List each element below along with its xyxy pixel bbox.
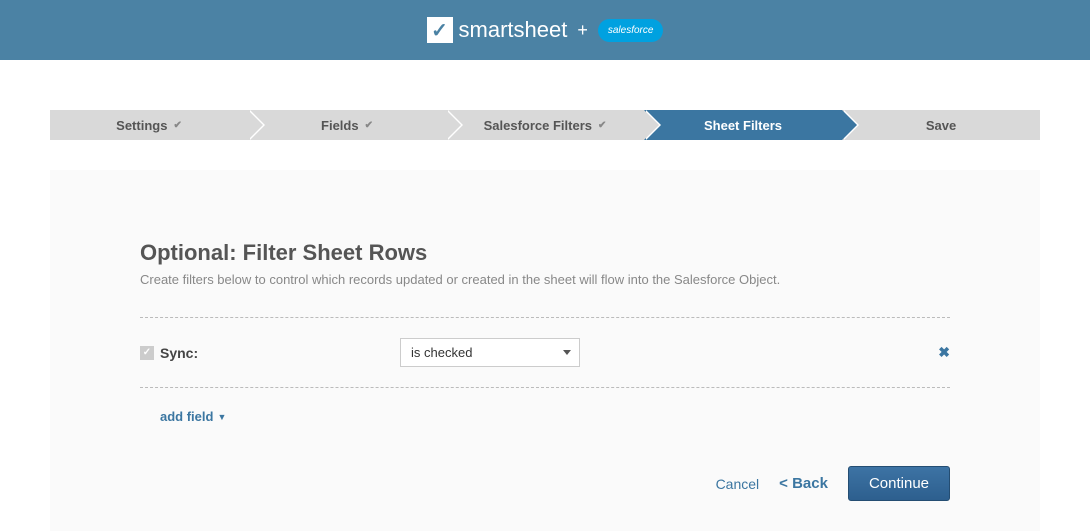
continue-button[interactable]: Continue: [848, 466, 950, 501]
panel-title: Optional: Filter Sheet Rows: [140, 240, 950, 266]
wizard-container: Settings ✔ Fields ✔ Salesforce Filters ✔…: [0, 110, 1090, 531]
add-field-row: add field ▼: [140, 388, 950, 446]
step-label: Salesforce Filters: [484, 118, 592, 133]
check-icon: ✔: [598, 120, 606, 131]
back-button[interactable]: < Back: [779, 475, 828, 492]
check-icon: ✔: [365, 120, 373, 131]
panel-subtitle: Create filters below to control which re…: [140, 272, 950, 287]
cancel-button[interactable]: Cancel: [716, 476, 760, 492]
app-header: ✓ smartsheet + salesforce: [0, 0, 1090, 60]
checkbox-column-icon: ✓: [140, 346, 154, 360]
remove-filter-icon[interactable]: ✖: [938, 344, 950, 361]
step-fields[interactable]: Fields ✔: [248, 110, 446, 140]
smartsheet-logo-icon: ✓: [427, 17, 453, 43]
checkmark-icon: ✓: [143, 347, 151, 358]
logo-group: ✓ smartsheet + salesforce: [427, 17, 664, 43]
checkmark-icon: ✓: [431, 18, 448, 43]
step-save[interactable]: Save: [842, 110, 1040, 140]
salesforce-logo-icon: salesforce: [598, 19, 664, 42]
plus-separator: +: [577, 20, 588, 41]
step-label: Sheet Filters: [704, 118, 782, 133]
step-sheet-filters[interactable]: Sheet Filters: [644, 110, 842, 140]
step-settings[interactable]: Settings ✔: [50, 110, 248, 140]
operator-select[interactable]: is checked: [400, 338, 580, 367]
filter-row: ✓ Sync: is checked ✖: [140, 318, 950, 387]
caret-down-icon: ▼: [217, 412, 226, 422]
field-name-text: Sync:: [160, 345, 198, 361]
add-field-label: add field: [160, 409, 213, 424]
check-icon: ✔: [173, 120, 181, 131]
step-salesforce-filters[interactable]: Salesforce Filters ✔: [446, 110, 644, 140]
step-label: Save: [926, 118, 956, 133]
wizard-steps: Settings ✔ Fields ✔ Salesforce Filters ✔…: [50, 110, 1040, 140]
brand-name: smartsheet: [459, 17, 568, 43]
step-label: Fields: [321, 118, 359, 133]
add-field-button[interactable]: add field ▼: [160, 409, 226, 424]
content-panel: Optional: Filter Sheet Rows Create filte…: [50, 170, 1040, 531]
actions-row: Cancel < Back Continue: [140, 466, 950, 501]
filter-field-label: ✓ Sync:: [140, 345, 400, 361]
step-label: Settings: [116, 118, 167, 133]
